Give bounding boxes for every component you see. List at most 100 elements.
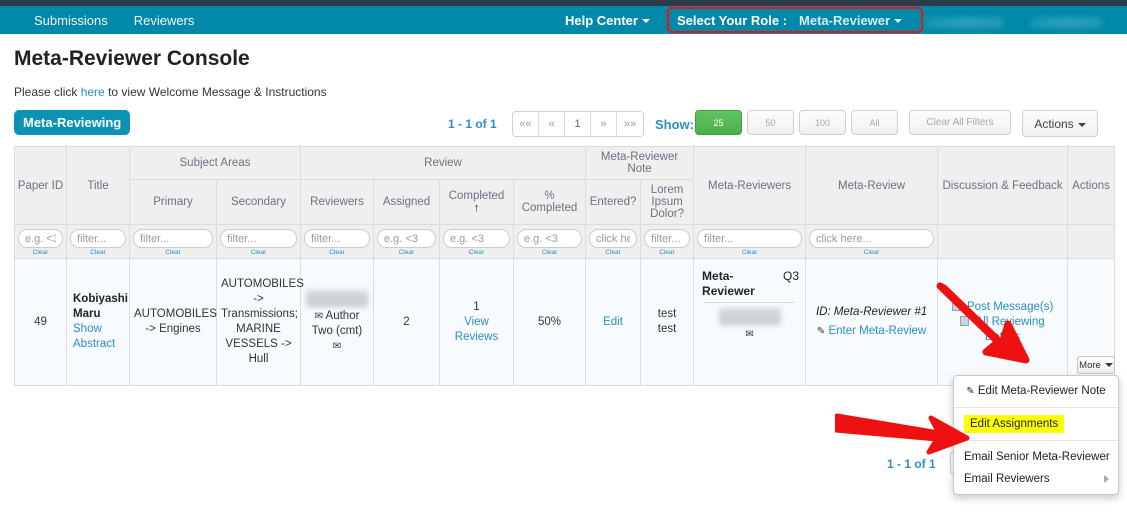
clear-all-filters-button[interactable]: Clear All Filters xyxy=(909,110,1011,135)
envelope-icon[interactable]: ✉ xyxy=(333,341,341,352)
page-size-25[interactable]: 25 xyxy=(695,110,742,135)
filter-clear-entered[interactable]: Clear xyxy=(589,249,637,256)
page-size-100[interactable]: 100 xyxy=(799,110,846,135)
page-size-all[interactable]: All xyxy=(851,110,898,135)
tab-meta-reviewing[interactable]: Meta-Reviewing xyxy=(14,110,131,135)
cell-lorem-ipsum: test test xyxy=(640,258,695,386)
post-messages-row: Post Message(s) xyxy=(942,300,1063,315)
post-messages-link[interactable]: Post Message(s) xyxy=(967,301,1053,313)
cell-secondary-subject: AUTOMOBILES -> Transmissions; MARINE VES… xyxy=(216,258,304,386)
th-paper-id[interactable]: Paper ID xyxy=(14,146,67,225)
enter-meta-review-link[interactable]: Enter Meta-Review xyxy=(828,325,926,337)
th-primary[interactable]: Primary xyxy=(129,179,217,225)
th-secondary[interactable]: Secondary xyxy=(216,179,301,225)
filter-clear-secondary[interactable]: Clear xyxy=(220,249,297,256)
filter-clear-primary[interactable]: Clear xyxy=(133,249,213,256)
filter-input-completed[interactable] xyxy=(443,229,510,248)
pagination-controls: «« « 1 » »» xyxy=(512,111,644,137)
filter-cell-reviewers: Clear xyxy=(300,224,374,259)
filter-input-secondary[interactable] xyxy=(220,229,297,248)
divider xyxy=(954,407,1118,408)
help-center-menu[interactable]: Help Center xyxy=(565,13,650,28)
filter-input-lorem[interactable] xyxy=(644,229,691,248)
th-completed[interactable]: Completed ↑ xyxy=(439,179,514,225)
menu-item-email-senior-meta-reviewer[interactable]: Email Senior Meta-Reviewer xyxy=(954,446,1118,468)
filter-input-paper-id[interactable] xyxy=(18,229,63,248)
welcome-here-link[interactable]: here xyxy=(81,85,105,99)
page-title: Meta-Reviewer Console xyxy=(14,47,250,70)
menu-item-edit-meta-reviewer-note[interactable]: ✎ Edit Meta-Reviewer Note xyxy=(954,380,1118,402)
pager-next[interactable]: » xyxy=(591,112,617,136)
cell-primary-subject: AUTOMOBILES -> Engines xyxy=(129,258,217,386)
paging-count-bottom: 1 - 1 of 1 xyxy=(887,457,936,471)
filter-input-entered[interactable] xyxy=(589,229,638,248)
actions-label: Actions xyxy=(1034,117,1074,131)
cell-completed: 1 View Reviews xyxy=(439,258,514,386)
filter-input-percent-completed[interactable] xyxy=(517,229,583,248)
filter-clear-lorem[interactable]: Clear xyxy=(644,249,690,256)
filter-clear-reviewers[interactable]: Clear xyxy=(304,249,370,256)
filter-cell-meta-reviewers: Clear xyxy=(693,224,807,259)
chevron-right-icon xyxy=(1104,475,1109,483)
cell-note-entered: Edit xyxy=(585,258,642,386)
nav-item-submissions[interactable]: Submissions xyxy=(34,13,108,28)
menu-item-email-reviewers[interactable]: Email Reviewers xyxy=(954,468,1118,490)
th-lorem-ipsum-dolor[interactable]: Lorem Ipsum Dolor? xyxy=(640,179,695,225)
page-size-50[interactable]: 50 xyxy=(747,110,794,135)
pager-last[interactable]: »» xyxy=(617,112,643,136)
filter-clear-completed[interactable]: Clear xyxy=(443,249,510,256)
filter-input-assigned[interactable] xyxy=(377,229,436,248)
filter-clear-meta-reviewers[interactable]: Clear xyxy=(697,249,802,256)
filter-cell-paper-id: Clear xyxy=(14,224,67,259)
edit-note-link[interactable]: Edit xyxy=(603,316,623,328)
filter-clear-paper-id[interactable]: Clear xyxy=(18,249,63,256)
role-dropdown[interactable]: Meta-Reviewer xyxy=(799,13,903,28)
view-reviews-link[interactable]: View Reviews xyxy=(455,316,498,343)
more-label: More xyxy=(1079,360,1101,371)
show-abstract-link-1[interactable]: Show xyxy=(73,323,102,335)
filter-cell-meta-review: Clear xyxy=(805,224,939,259)
th-reviewers[interactable]: Reviewers xyxy=(300,179,374,225)
filter-input-meta-reviewers[interactable] xyxy=(697,229,803,248)
show-abstract-link-2[interactable]: Abstract xyxy=(73,338,115,350)
th-entered[interactable]: Entered? xyxy=(585,179,642,225)
actions-button[interactable]: Actions xyxy=(1022,110,1098,137)
cell-title: Kobiyashi Maru Show Abstract xyxy=(66,258,130,386)
menu-item-label: Edit Meta-Reviewer Note xyxy=(977,385,1106,397)
filter-input-primary[interactable] xyxy=(133,229,213,248)
details-icon xyxy=(960,315,970,326)
meta-reviewer-role-label: Meta-Reviewer xyxy=(702,269,755,298)
menu-item-edit-assignments[interactable]: Edit Assignments xyxy=(964,415,1065,433)
enter-meta-review-row: ✎ Enter Meta-Review xyxy=(810,324,933,339)
more-actions-button[interactable]: More xyxy=(1077,356,1115,374)
filter-clear-percent-completed[interactable]: Clear xyxy=(517,249,582,256)
envelope-icon[interactable]: ✉ xyxy=(745,329,753,340)
filter-clear-meta-review[interactable]: Clear xyxy=(809,249,934,256)
select-role-box: Select Your Role : Meta-Reviewer xyxy=(666,7,923,33)
all-reviewing-details-link[interactable]: All Reviewing Details xyxy=(976,316,1045,343)
nav-item-reviewers[interactable]: Reviewers xyxy=(134,13,195,28)
pager-first[interactable]: «« xyxy=(513,112,539,136)
th-meta-reviewers[interactable]: Meta-Reviewers xyxy=(693,146,807,225)
pager-page-1[interactable]: 1 xyxy=(565,112,591,136)
filter-input-reviewers[interactable] xyxy=(304,229,370,248)
message-icon xyxy=(951,300,961,311)
filter-clear-assigned[interactable]: Clear xyxy=(377,249,436,256)
filter-input-meta-review[interactable] xyxy=(809,229,935,248)
th-title[interactable]: Title xyxy=(66,146,130,225)
th-percent-completed[interactable]: % Completed xyxy=(512,179,587,225)
filter-input-title[interactable] xyxy=(70,229,126,248)
filter-cell-discussion xyxy=(937,224,1069,259)
redacted-user-link-1[interactable] xyxy=(925,17,1003,28)
redacted-user-link-2[interactable] xyxy=(1030,17,1102,28)
pager-prev[interactable]: « xyxy=(539,112,565,136)
filter-clear-title[interactable]: Clear xyxy=(70,249,126,256)
chevron-down-icon xyxy=(1077,122,1086,127)
filter-cell-lorem: Clear xyxy=(640,224,695,259)
th-discussion-feedback[interactable]: Discussion & Feedback xyxy=(937,146,1069,225)
th-meta-review[interactable]: Meta-Review xyxy=(805,146,939,225)
th-assigned[interactable]: Assigned xyxy=(373,179,440,225)
envelope-icon[interactable]: ✉ xyxy=(315,311,323,322)
welcome-prefix: Please click xyxy=(14,85,81,99)
th-meta-reviewer-note: Meta-Reviewer Note xyxy=(585,146,695,180)
